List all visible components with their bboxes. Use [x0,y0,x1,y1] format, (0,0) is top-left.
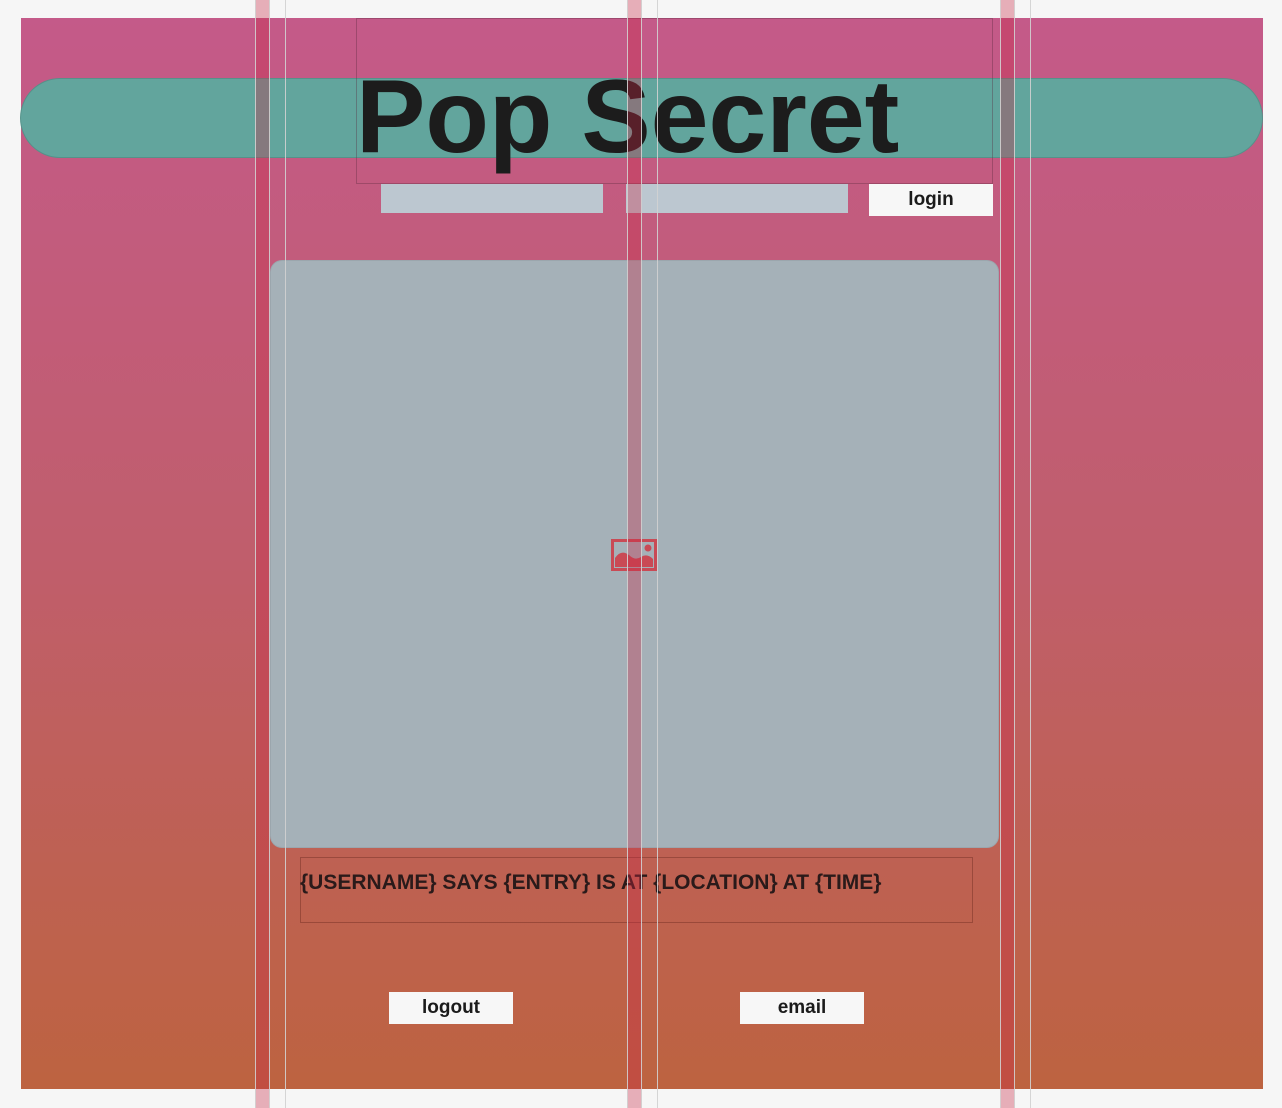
page-background: { "app": { "title": "Pop Secret" }, "log… [0,0,1282,1108]
logout-button[interactable]: logout [389,992,513,1024]
entry-caption: {USERNAME} SAYS {ENTRY} IS AT {LOCATION}… [300,871,882,894]
username-input[interactable] [381,184,603,213]
email-button[interactable]: email [740,992,864,1024]
login-button[interactable]: login [869,184,993,216]
app-title: Pop Secret [356,59,900,175]
image-placeholder-icon [611,539,657,571]
password-input[interactable] [626,184,848,213]
